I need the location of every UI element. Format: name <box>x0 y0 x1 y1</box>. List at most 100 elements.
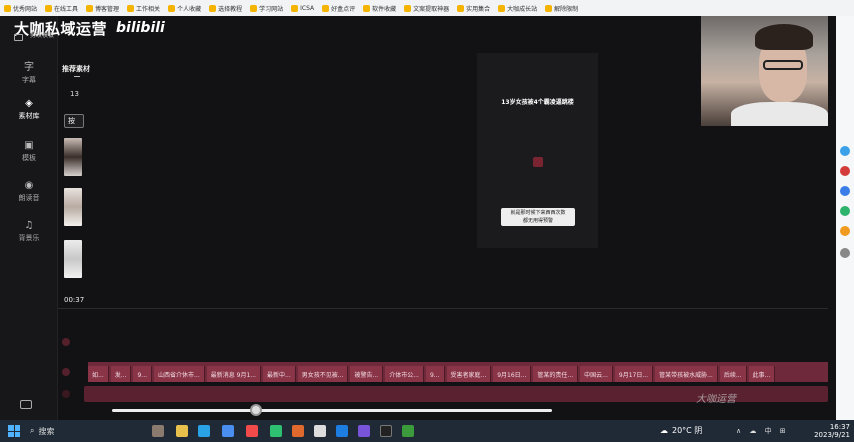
rail-item-subtitle[interactable]: 字字幕 <box>4 56 54 92</box>
subtitle-clip[interactable]: 介体市公... <box>385 366 424 382</box>
add-icon[interactable] <box>840 248 850 258</box>
track-icon[interactable] <box>62 368 70 376</box>
subtitle-clip[interactable]: 管某的责任... <box>533 366 579 382</box>
filter-button[interactable]: 按 <box>64 114 84 128</box>
subtitle-clip[interactable]: 最新中... <box>263 366 296 382</box>
taskbar-app-icon[interactable] <box>270 425 282 437</box>
bookmark-item[interactable]: 在线工具 <box>45 4 78 13</box>
folder-icon <box>291 4 299 12</box>
rail-item-voice[interactable]: ◉ 朗读音 <box>4 174 54 210</box>
taskbar-app-icon[interactable] <box>402 425 414 437</box>
music-track-icon[interactable] <box>62 390 70 398</box>
keyboard-icon[interactable] <box>20 400 32 409</box>
material-thumbnail[interactable] <box>64 188 82 226</box>
cloud-icon: ☁ <box>660 426 668 435</box>
subtitle-clip[interactable]: 受害者家庭... <box>446 366 492 382</box>
subtitle-clip[interactable]: 9月17日... <box>614 366 654 382</box>
start-button[interactable] <box>8 425 20 437</box>
bilibili-logo: bilibili <box>116 20 165 36</box>
bookmark-item[interactable]: 好盒点评 <box>322 4 355 13</box>
folder-icon <box>322 4 330 12</box>
bookmark-item[interactable]: 优秀网站 <box>4 4 37 13</box>
scrollbar-handle[interactable] <box>250 404 262 416</box>
bookmark-item[interactable]: 选择教程 <box>209 4 242 13</box>
subtitle-clip[interactable]: 此事... <box>748 366 776 382</box>
sidebar-app-icon[interactable] <box>840 146 850 156</box>
bookmark-item[interactable]: 个人收藏 <box>168 4 201 13</box>
voice-icon: ◉ <box>24 180 34 191</box>
rail-item-music[interactable]: ♫ 背景乐 <box>4 214 54 250</box>
subtitle-clip[interactable]: 最新消息 9月1... <box>206 366 262 382</box>
system-tray[interactable]: ∧ ☁ 中 ⊞ <box>736 426 789 436</box>
play-icon[interactable] <box>533 157 543 167</box>
taskbar-app-icon[interactable] <box>246 425 258 437</box>
subtitle-clip[interactable]: 山西省介休市... <box>154 366 205 382</box>
folder-icon <box>250 4 258 12</box>
bookmark-item[interactable]: 大咖成长站 <box>498 4 537 13</box>
material-icon: ◈ <box>25 98 33 109</box>
bookmark-item[interactable]: 学习网站 <box>250 4 283 13</box>
timeline-scrollbar[interactable] <box>112 409 552 412</box>
preview-title: 13岁女孩被4个霸凌逼跳楼 <box>501 99 574 106</box>
folder-icon <box>545 4 553 12</box>
subtitle-clip[interactable]: 如... <box>88 366 109 382</box>
bookmark-item[interactable]: 工作相关 <box>127 4 160 13</box>
sidebar-app-icon[interactable] <box>840 226 850 236</box>
folder-icon <box>404 4 412 12</box>
folder-icon <box>127 4 135 12</box>
taskbar-search[interactable]: ⌕ 搜索 <box>30 424 110 438</box>
folder-icon <box>4 4 11 12</box>
brand-subtitle: 剪映模板 <box>30 32 55 39</box>
template-icon: ▣ <box>24 140 34 151</box>
subtitle-clip[interactable]: 9... <box>425 366 445 382</box>
material-thumbnail[interactable] <box>64 138 82 176</box>
material-thumbnail[interactable] <box>64 240 82 278</box>
bookmark-item[interactable]: 实用集合 <box>457 4 490 13</box>
left-rail: 字字幕 ◈ 素材库 ▣ 模板 ◉ 朗读音 ♫ 背景乐 <box>0 16 58 420</box>
subtitle-clip[interactable]: 9月16日... <box>493 366 532 382</box>
menu-icon[interactable] <box>14 34 23 41</box>
divider <box>74 76 80 77</box>
subtitle-clip[interactable]: 发... <box>110 366 132 382</box>
material-panel: 推荐素材 13 按 <box>58 52 90 288</box>
clock[interactable]: 16:37 2023/9/21 <box>812 423 850 439</box>
sidebar-app-icon[interactable] <box>840 186 850 196</box>
screen: { "bookmarks": ["优秀网站", "在线工具", "博客管理", … <box>0 0 854 442</box>
timeline-time: 00:37 <box>64 296 85 304</box>
taskbar-app-icon[interactable] <box>198 425 210 437</box>
track-icon[interactable] <box>62 338 70 346</box>
bookmark-item[interactable]: ICSA <box>291 4 314 12</box>
glasses <box>763 60 803 70</box>
bookmark-item[interactable]: 文案提取神器 <box>404 4 449 13</box>
video-preview[interactable]: 13岁女孩被4个霸凌逼跳楼 就是那时候下来西西次数 都无用得预警 <box>477 53 598 248</box>
subtitle-track[interactable]: 如... 发... 9... 山西省介休市... 最新消息 9月1... 最新中... 男女… <box>88 362 828 382</box>
bookmark-item[interactable]: 博客管理 <box>86 4 119 13</box>
sidebar-app-icon[interactable] <box>840 206 850 216</box>
subtitle-clip[interactable]: 中国云... <box>580 366 613 382</box>
taskbar-app-icon[interactable] <box>292 425 304 437</box>
subtitle-clip[interactable]: 9... <box>133 366 153 382</box>
bookmark-item[interactable]: 软件收藏 <box>363 4 396 13</box>
taskbar-app-icon[interactable] <box>336 425 348 437</box>
weather-widget[interactable]: ☁ 20°C 阴 <box>660 425 702 436</box>
taskbar-app-icon[interactable] <box>222 425 234 437</box>
shirt <box>731 102 828 126</box>
taskbar-app-icon[interactable] <box>152 425 164 437</box>
rail-item-template[interactable]: ▣ 模板 <box>4 134 54 170</box>
folder-icon <box>457 4 465 12</box>
subtitle-clip[interactable]: 被警告... <box>350 366 384 382</box>
panel-title: 推荐素材 <box>62 65 90 73</box>
rail-item-material[interactable]: ◈ 素材库 <box>4 92 54 128</box>
bookmark-item[interactable]: 解除限制 <box>545 4 578 13</box>
taskbar-app-icon[interactable] <box>358 425 370 437</box>
music-icon: ♫ <box>24 220 34 231</box>
subtitle-clip[interactable]: 管某带孩被水威胁... <box>655 366 718 382</box>
taskbar-app-icon[interactable] <box>380 425 392 437</box>
material-count: 13 <box>70 90 79 98</box>
subtitle-clip[interactable]: 男女孩不见被... <box>297 366 349 382</box>
taskbar-app-icon[interactable] <box>176 425 188 437</box>
sidebar-app-icon[interactable] <box>840 166 850 176</box>
taskbar-app-icon[interactable] <box>314 425 326 437</box>
subtitle-clip[interactable]: 后续... <box>719 366 747 382</box>
preview-subtitle: 就是那时候下来西西次数 都无用得预警 <box>501 208 575 226</box>
